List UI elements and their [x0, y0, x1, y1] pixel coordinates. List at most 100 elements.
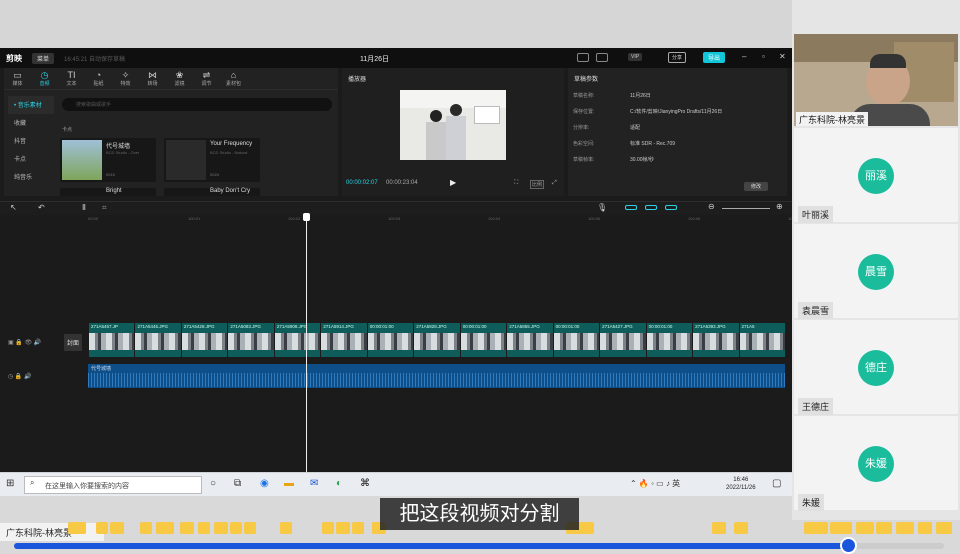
- video-clip[interactable]: 00:00:01:00: [459, 323, 507, 357]
- app-icon[interactable]: ◐: [336, 478, 342, 489]
- select-tool-icon[interactable]: ↖: [10, 203, 17, 212]
- fullscreen-icon[interactable]: ⤢: [552, 180, 557, 187]
- close-icon[interactable]: ✕: [779, 52, 786, 61]
- clip-thumbnails: [274, 333, 321, 350]
- video-clip[interactable]: 271A5083.JPG: [227, 323, 274, 357]
- windows-start-icon[interactable]: ⊞: [6, 478, 14, 489]
- clip-label: 271A5908.JPG: [276, 324, 308, 329]
- task-view-icon[interactable]: ⧉: [234, 478, 241, 489]
- audio-track-controls[interactable]: ◷ 🔒 🔊: [8, 373, 32, 380]
- mic-icon[interactable]: 🎙: [597, 203, 607, 212]
- video-clip[interactable]: 271A5855.JPG: [506, 323, 553, 357]
- capcut-icon[interactable]: ⌘: [360, 478, 370, 489]
- timeline-tracks: ▣ 🔒 👁 🔊 封面 271A5457.JP 271A5445.JPG 271A54…: [0, 225, 792, 472]
- video-clip[interactable]: 271A5828.JPG: [413, 323, 460, 357]
- section-label: 卡点: [62, 127, 73, 133]
- video-track-controls[interactable]: ▣ 🔒 👁 🔊: [8, 339, 41, 346]
- tool-tab-6[interactable]: ❀ 滤镜: [166, 70, 193, 89]
- music-search-input[interactable]: 搜索歌曲或歌手: [62, 98, 332, 111]
- playback-progress-fill: [14, 543, 849, 549]
- music-card[interactable]: Bright: [60, 188, 156, 196]
- video-clip[interactable]: 00:00:01:00: [645, 323, 693, 357]
- share-button[interactable]: 分享: [668, 52, 687, 63]
- clip-thumbnails: [414, 333, 460, 350]
- music-card[interactable]: Baby Don't Cry: [164, 188, 260, 196]
- taskbar-clock[interactable]: 16:46 2022/11/26: [726, 476, 756, 492]
- tool-tab-1[interactable]: ◷ 音频: [31, 70, 58, 89]
- ratio-button[interactable]: 比例: [530, 180, 545, 189]
- magnet-icon[interactable]: [645, 205, 657, 210]
- danmaku-chip: [110, 522, 124, 534]
- playhead[interactable]: [306, 214, 307, 472]
- participant-tile[interactable]: 德庄 王德庄: [794, 320, 958, 415]
- cortana-icon[interactable]: ○: [210, 478, 216, 489]
- tool-tab-0[interactable]: ▭ 媒体: [4, 70, 31, 89]
- tray-icons[interactable]: ⌃ 🔥 ◦ ▭ ♪ 英: [630, 478, 680, 489]
- play-icon[interactable]: ▶: [450, 178, 456, 187]
- zoom-out-icon[interactable]: ⊖: [708, 202, 715, 211]
- mail-icon[interactable]: ✉: [310, 478, 318, 489]
- tool-tab-4[interactable]: ✧ 特效: [112, 70, 139, 89]
- maximize-icon[interactable]: ▫: [762, 52, 765, 61]
- video-clip[interactable]: 271A5908.JPG: [273, 323, 321, 357]
- crop-icon[interactable]: ⌗: [102, 203, 107, 213]
- tool-tab-5[interactable]: ⋈ 转场: [139, 70, 166, 89]
- draft-param-label: 草稿名称:: [573, 93, 595, 99]
- clip-thumbnails: [321, 333, 367, 350]
- video-clip[interactable]: 271A5428.JPG: [180, 323, 228, 357]
- participant-avatar: 朱媛: [858, 446, 894, 482]
- video-clip[interactable]: 271A5914.JPG: [320, 323, 367, 357]
- participant-tile[interactable]: 朱媛 朱媛: [794, 416, 958, 511]
- danmaku-chip: [180, 522, 194, 534]
- current-timecode: 00:00:02:07: [346, 180, 378, 186]
- nav-item[interactable]: 收藏: [8, 114, 54, 132]
- video-clip[interactable]: 271A5427.JPG: [599, 323, 646, 357]
- clip-label: 271A5445.JPG: [137, 324, 168, 329]
- music-card[interactable]: 代号城墙 BCD Studio - Over 0015: [60, 138, 156, 182]
- nav-item[interactable]: 纯音乐: [8, 168, 54, 186]
- playback-progress-knob[interactable]: [840, 537, 857, 554]
- participant-name: 袁晨雪: [798, 302, 834, 319]
- video-track[interactable]: 271A5457.JP 271A5445.JPG 271A5428.JPG 271A5…: [88, 323, 785, 357]
- participant-tile[interactable]: 晨雪 袁晨雪: [794, 224, 958, 319]
- keyboard-icon[interactable]: [577, 53, 589, 62]
- minimize-icon[interactable]: –: [742, 52, 746, 61]
- clip-thumbnails: [507, 333, 553, 350]
- audio-track[interactable]: 代号城墙: [88, 364, 785, 388]
- video-clip[interactable]: 271A5393.JPG: [692, 323, 739, 357]
- zoom-slider[interactable]: [722, 208, 770, 209]
- taskbar-search-input[interactable]: 在这里输入你要搜索的内容: [24, 476, 202, 494]
- tool-tab-3[interactable]: ◔ 贴纸: [85, 70, 112, 89]
- host-camera-feed[interactable]: 广东科院-林亮景: [794, 34, 958, 126]
- nav-item[interactable]: 卡点: [8, 150, 54, 168]
- tool-tab-8[interactable]: ⌂ 素材包: [220, 70, 247, 89]
- export-button[interactable]: 导出: [703, 52, 726, 63]
- notification-icon[interactable]: ▢: [772, 478, 781, 489]
- video-clip[interactable]: 00:00:01:00: [366, 323, 414, 357]
- folder-icon[interactable]: ▬: [284, 478, 294, 489]
- video-clip[interactable]: 271A5: [738, 323, 785, 357]
- modify-button[interactable]: 修改: [744, 182, 769, 191]
- vip-badge[interactable]: VIP: [628, 53, 643, 61]
- undo-icon[interactable]: ↶: [38, 203, 45, 212]
- nav-item[interactable]: 抖音: [8, 132, 54, 150]
- link-icon[interactable]: [625, 205, 637, 210]
- video-clip[interactable]: 271A5445.JPG: [134, 323, 181, 357]
- music-card[interactable]: Your Frequency BCD Studio - Natural 0024: [164, 138, 260, 182]
- edge-icon[interactable]: ◉: [260, 478, 269, 489]
- menu-button[interactable]: 菜单: [32, 52, 55, 64]
- cover-button[interactable]: 封面: [64, 334, 83, 351]
- nav-item[interactable]: • 音乐素材: [8, 96, 54, 114]
- tool-tab-7[interactable]: ⇌ 调节: [193, 70, 220, 89]
- participant-tile[interactable]: 丽溪 叶丽溪: [794, 128, 958, 223]
- split-icon[interactable]: Ⅱ: [82, 203, 86, 212]
- playhead-handle[interactable]: [303, 213, 310, 221]
- fit-icon[interactable]: ⛶: [514, 180, 518, 187]
- danmaku-chip: [936, 522, 952, 534]
- layout-icon[interactable]: [596, 53, 608, 62]
- video-clip[interactable]: 271A5457.JP: [88, 323, 135, 357]
- zoom-in-icon[interactable]: ⊕: [776, 202, 783, 211]
- video-clip[interactable]: 00:00:01:00: [552, 323, 600, 357]
- snap-icon[interactable]: [665, 205, 677, 210]
- tool-tab-2[interactable]: TI 文本: [58, 70, 85, 89]
